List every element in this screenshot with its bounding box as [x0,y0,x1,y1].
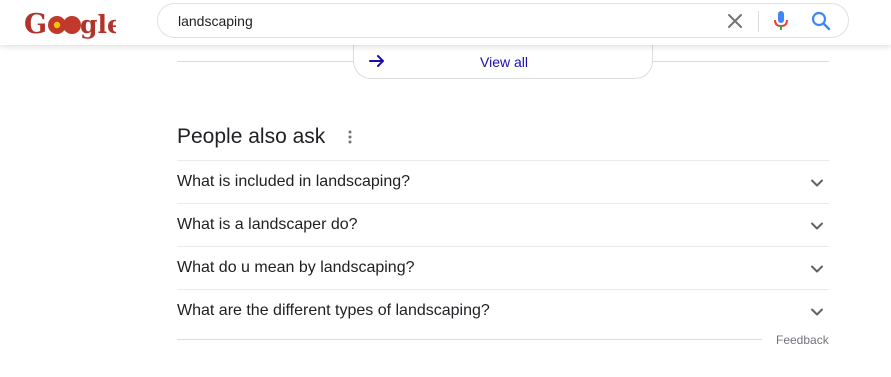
divider-left [177,61,353,62]
question-text: What are the different types of landscap… [177,302,490,319]
header: G gle landscaping [0,0,891,45]
close-icon[interactable] [724,10,746,32]
view-all-row: View all [177,44,829,80]
question-item[interactable]: What is included in landscaping? [177,160,829,203]
view-all-label: View all [480,54,528,70]
svg-text:G: G [24,9,47,40]
question-item[interactable]: What do u mean by landscaping? [177,246,829,289]
question-text: What is a landscaper do? [177,216,358,233]
question-text: What do u mean by landscaping? [177,259,415,276]
search-divider [758,11,759,32]
divider-right [653,61,829,62]
chevron-down-icon[interactable] [809,304,825,320]
chevron-down-icon[interactable] [809,261,825,277]
questions-list: What is included in landscaping? What is… [177,160,829,332]
search-icon[interactable] [809,9,833,33]
question-item[interactable]: What are the different types of landscap… [177,289,829,332]
view-all-button[interactable]: View all [353,44,653,79]
section-title: People also ask [177,125,326,148]
google-logo[interactable]: G gle [24,6,116,40]
search-input[interactable]: landscaping [178,13,253,29]
feedback-link[interactable]: Feedback [776,333,829,347]
microphone-icon[interactable] [770,9,792,33]
question-item[interactable]: What is a landscaper do? [177,203,829,246]
feedback-divider [177,339,762,340]
more-vert-icon[interactable] [344,128,356,146]
chevron-down-icon[interactable] [809,175,825,191]
svg-text:gle: gle [80,10,116,39]
question-text: What is included in landscaping? [177,173,411,190]
search-box[interactable]: landscaping [157,3,849,38]
chevron-down-icon[interactable] [809,218,825,234]
